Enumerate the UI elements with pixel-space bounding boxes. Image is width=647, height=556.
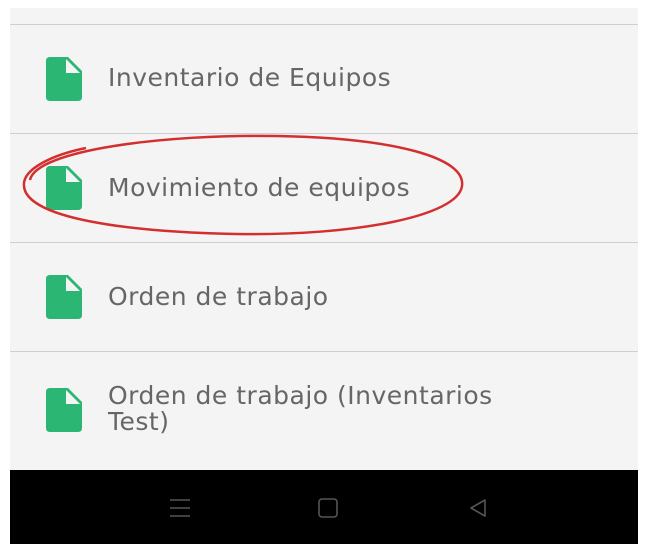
document-icon bbox=[46, 166, 82, 210]
menu-item-movimiento-de-equipos[interactable]: Movimiento de equipos bbox=[10, 134, 638, 242]
menu-item-orden-de-trabajo-inventarios-test[interactable]: Orden de trabajo (Inventarios Test) bbox=[10, 352, 638, 460]
home-square-icon[interactable] bbox=[316, 496, 340, 520]
document-icon bbox=[46, 388, 82, 432]
menu-item-orden-de-trabajo[interactable]: Orden de trabajo bbox=[10, 243, 638, 351]
document-icon bbox=[46, 57, 82, 101]
menu-item-inventario-de-equipos[interactable]: Inventario de Equipos bbox=[10, 25, 638, 133]
menu-item-label: Inventario de Equipos bbox=[108, 63, 392, 92]
back-triangle-icon[interactable] bbox=[466, 496, 490, 520]
menu-item-label: Orden de trabajo bbox=[108, 282, 329, 311]
menu-item-label: Movimiento de equipos bbox=[108, 173, 411, 202]
menu-item-label: Orden de trabajo (Inventarios Test) bbox=[108, 381, 493, 436]
android-navigation-bar bbox=[10, 470, 638, 544]
menu-icon[interactable] bbox=[168, 496, 192, 520]
document-icon bbox=[46, 275, 82, 319]
app-screen: Inventario de Equipos Movimiento de equi… bbox=[10, 8, 638, 544]
menu-list: Inventario de Equipos Movimiento de equi… bbox=[10, 8, 638, 468]
